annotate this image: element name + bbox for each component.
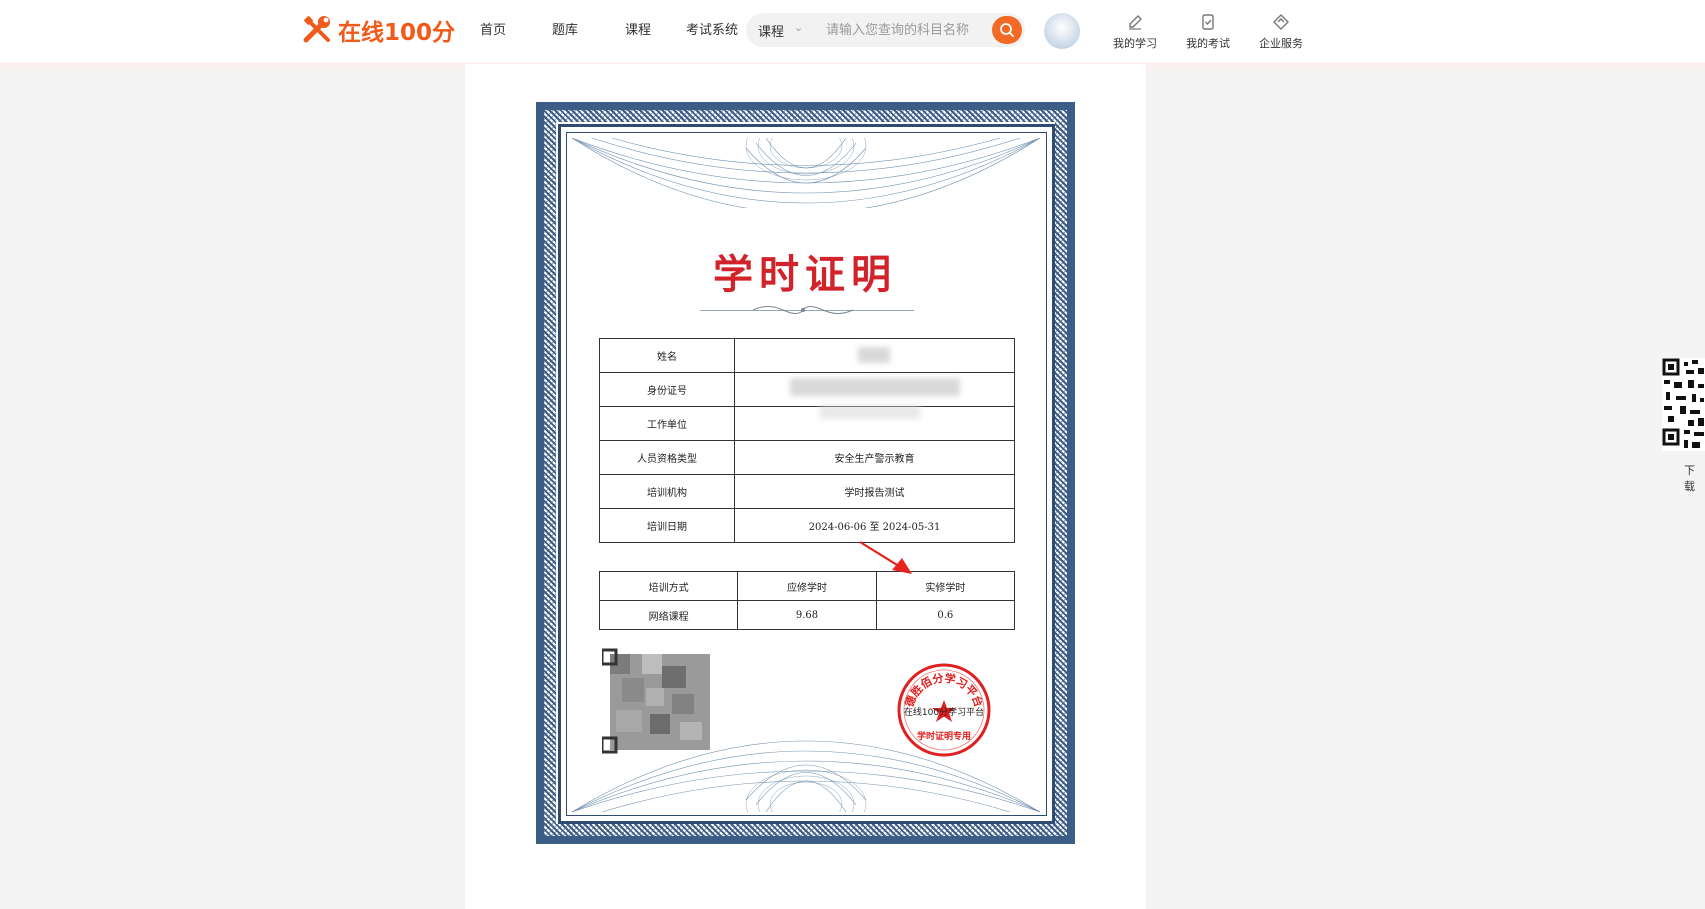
enterprise-service-link[interactable]: 企业服务: [1246, 13, 1316, 51]
header-training-method: 培训方式: [598, 571, 739, 601]
download-label[interactable]: 下载: [1684, 462, 1705, 494]
seal-center-text: 在线100分学习平台: [904, 706, 984, 718]
value-qualification-type: 安全生产警示教育: [734, 440, 1015, 475]
search-category-select[interactable]: 课程: [758, 21, 784, 40]
my-exams-label: 我的考试: [1186, 37, 1230, 50]
nav-courses[interactable]: 课程: [625, 19, 651, 38]
table-row: 姓名: [599, 338, 1015, 373]
my-exams-link[interactable]: 我的考试: [1173, 13, 1243, 51]
label-id-number: 身份证号: [599, 372, 735, 407]
my-learning-link[interactable]: 我的学习: [1100, 13, 1170, 51]
search-icon: [1000, 23, 1014, 37]
label-work-unit: 工作单位: [599, 406, 735, 441]
pencil-icon: [1129, 15, 1142, 30]
logo-text: 在线100分: [338, 20, 456, 46]
search-bar: 课程 ⌄: [746, 13, 1025, 47]
redacted-name: [858, 347, 890, 363]
seal-bottom-text: 学时证明专用: [917, 730, 971, 742]
search-button[interactable]: [992, 16, 1022, 44]
cell-training-method: 网络课程: [598, 600, 739, 630]
tools-logo-icon: [303, 16, 330, 43]
table-row: 工作单位: [599, 406, 1015, 441]
clipboard-check-icon: [1202, 14, 1214, 30]
my-learning-label: 我的学习: [1113, 37, 1157, 50]
table-row: 网络课程 9.68 0.6: [598, 600, 1016, 630]
user-avatar[interactable]: [1044, 13, 1080, 49]
download-qr-code[interactable]: [1662, 358, 1705, 451]
certificate-title: 学时证明: [713, 251, 897, 298]
official-seal-stamp: 德胜佰分学习平台 在线100分学习平台 学时证明专用: [897, 663, 991, 757]
label-training-date: 培训日期: [599, 508, 735, 543]
top-ornament: [572, 138, 1040, 208]
title-flourish-icon: [752, 306, 854, 314]
certificate-info-table: 姓名 身份证号 工作单位 人员资格类型 安全生产警示教育 培训机构 学时报告测试…: [599, 338, 1015, 543]
table-row: 人员资格类型 安全生产警示教育: [599, 440, 1015, 475]
nav-exam-system[interactable]: 考试系统: [686, 19, 738, 38]
nav-home[interactable]: 首页: [480, 19, 506, 38]
label-name: 姓名: [599, 338, 735, 373]
table-row: 培训机构 学时报告测试: [599, 474, 1015, 509]
pixelated-qr-code: [602, 648, 710, 754]
chevron-down-icon[interactable]: ⌄: [794, 21, 803, 34]
redacted-id-number: [790, 378, 960, 396]
nav-question-bank[interactable]: 题库: [552, 19, 578, 38]
cell-required-hours: 9.68: [737, 600, 877, 630]
redacted-work-unit: [820, 405, 920, 419]
diamond-icon: [1273, 14, 1289, 30]
header-required-hours: 应修学时: [737, 571, 877, 601]
search-input[interactable]: [826, 20, 976, 40]
value-training-date: 2024-06-06 至 2024-05-31: [734, 508, 1015, 543]
label-qualification-type: 人员资格类型: [599, 440, 735, 475]
table-header-row: 培训方式 应修学时 实修学时: [598, 571, 1016, 601]
enterprise-service-label: 企业服务: [1259, 37, 1303, 50]
training-hours-table: 培训方式 应修学时 实修学时 网络课程 9.68 0.6: [598, 571, 1016, 630]
value-training-org: 学时报告测试: [734, 474, 1015, 509]
red-arrow-annotation-icon: [859, 541, 912, 574]
label-training-org: 培训机构: [599, 474, 735, 509]
site-logo[interactable]: 在线100分: [302, 12, 455, 48]
cell-completed-hours: 0.6: [875, 600, 1016, 630]
table-row: 培训日期 2024-06-06 至 2024-05-31: [599, 508, 1015, 543]
